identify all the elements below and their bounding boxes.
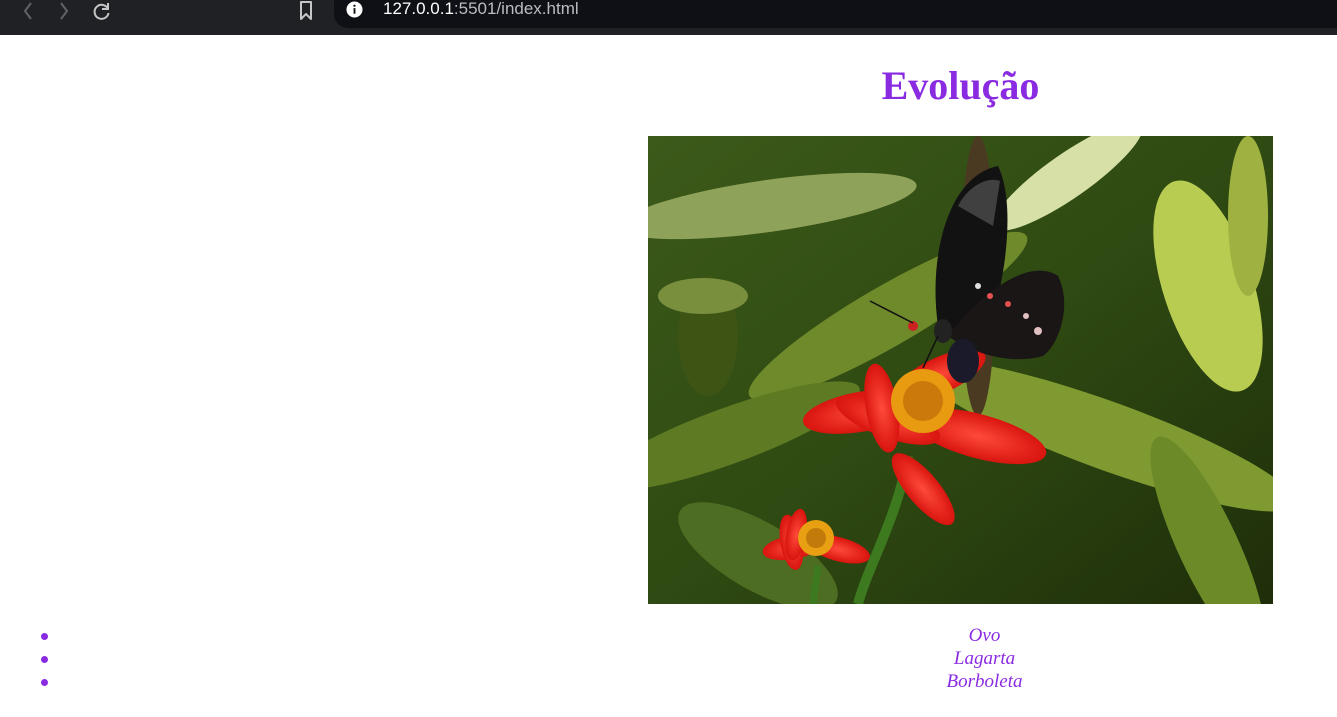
stage-label: Lagarta (953, 648, 1016, 669)
bullet-icon (41, 633, 48, 640)
stages-list: Ovo Lagarta Borboleta (0, 624, 1337, 693)
butterfly-image (648, 136, 1273, 604)
bookmark-button[interactable] (294, 0, 318, 22)
url-host: 127.0.0.1 (383, 0, 454, 18)
url-text[interactable]: 127.0.0.1:5501/index.html (383, 0, 579, 21)
butterfly-photo (648, 136, 1273, 604)
address-bar[interactable]: 127.0.0.1:5501/index.html (334, 0, 1337, 28)
page-title: Evolução (881, 63, 1040, 108)
bookmark-icon (300, 1, 312, 20)
chevron-right-icon (60, 2, 69, 20)
browser-toolbar: 127.0.0.1:5501/index.html (0, 0, 1337, 35)
reload-button[interactable] (90, 0, 114, 22)
page-content: Evolução Ovo Lagarta Borboleta (0, 35, 1337, 717)
stage-label: Ovo (968, 625, 1001, 646)
url-path: :5501/index.html (453, 0, 579, 18)
stage-label: Borboleta (946, 671, 1023, 692)
forward-button[interactable] (52, 0, 76, 22)
reload-icon (93, 3, 110, 20)
info-icon[interactable] (346, 1, 363, 18)
bullet-icon (41, 656, 48, 663)
bullet-icon (41, 679, 48, 686)
back-button[interactable] (16, 0, 40, 22)
stage-item-ovo: Ovo (0, 624, 1337, 647)
stage-item-borboleta: Borboleta (0, 670, 1337, 693)
chevron-left-icon (23, 2, 32, 20)
stage-item-lagarta: Lagarta (0, 647, 1337, 670)
